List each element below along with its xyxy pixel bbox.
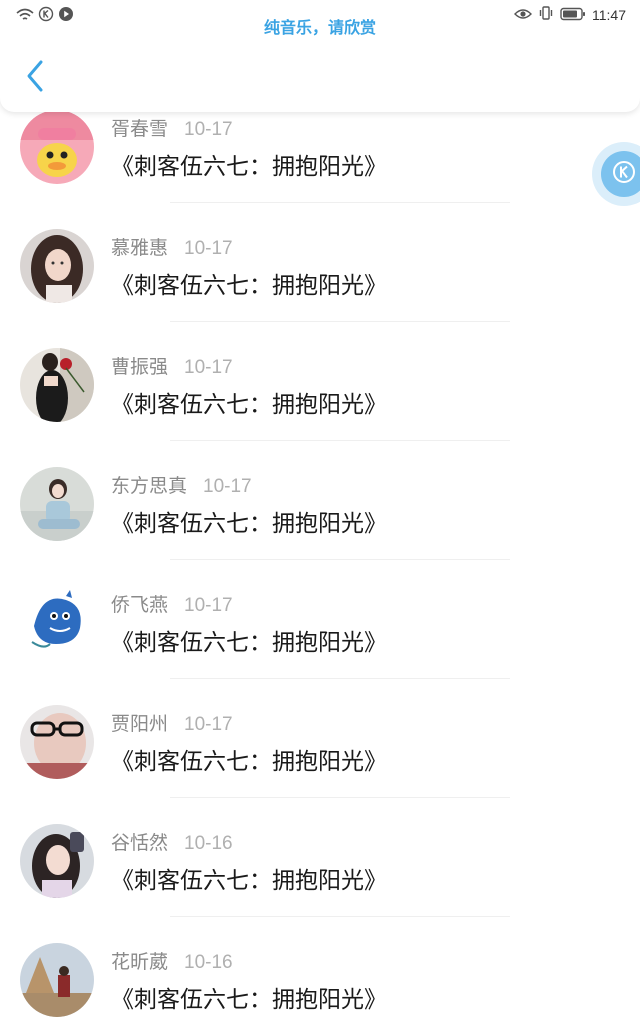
list-item[interactable]: 贾阳州 10-17 《刺客伍六七：拥抱阳光》 [0, 697, 640, 816]
k-app-icon [611, 159, 637, 189]
list-item[interactable]: 曹振强 10-17 《刺客伍六七：拥抱阳光》 [0, 340, 640, 459]
divider [170, 321, 510, 322]
avatar[interactable] [20, 467, 94, 541]
comment-title: 《刺客伍六七：拥抱阳光》 [111, 511, 387, 537]
commenter-name-text: 贾阳州 [111, 713, 169, 735]
comment-title: 《刺客伍六七：拥抱阳光》 [111, 392, 387, 418]
page: 11:47 纯音乐，请欣赏 胥春雪 10-17 《刺客伍六七：拥抱阳光》 慕雅惠… [0, 0, 640, 1024]
avatar[interactable] [20, 705, 94, 779]
divider [170, 440, 510, 441]
comment-date: 10-17 [203, 476, 252, 497]
commenter-name-text: 花昕葳 [111, 951, 169, 973]
float-inner [601, 151, 640, 197]
commenter-name: 慕雅惠 10-17 [111, 233, 233, 260]
list-item[interactable]: 侨飞燕 10-17 《刺客伍六七：拥抱阳光》 [0, 578, 640, 697]
divider [170, 797, 510, 798]
avatar[interactable] [20, 348, 94, 422]
comment-date: 10-17 [184, 238, 233, 259]
top-bar: 11:47 纯音乐，请欣赏 [0, 0, 640, 112]
avatar[interactable] [20, 824, 94, 898]
comment-title: 《刺客伍六七：拥抱阳光》 [111, 868, 387, 894]
comment-date: 10-17 [184, 119, 233, 140]
commenter-name-text: 曹振强 [111, 356, 169, 378]
commenter-name: 谷恬然 10-16 [111, 828, 233, 855]
commenter-name-text: 侨飞燕 [111, 594, 169, 616]
avatar[interactable] [20, 229, 94, 303]
divider [170, 202, 510, 203]
commenter-name-text: 慕雅惠 [111, 237, 169, 259]
commenter-name-text: 胥春雪 [111, 118, 169, 140]
list-item[interactable]: 东方思真 10-17 《刺客伍六七：拥抱阳光》 [0, 459, 640, 578]
comment-date: 10-16 [184, 952, 233, 973]
commenter-name: 贾阳州 10-17 [111, 709, 233, 736]
avatar[interactable] [20, 110, 94, 184]
chevron-left-icon [24, 59, 46, 97]
commenter-name: 东方思真 10-17 [111, 471, 252, 498]
comment-date: 10-17 [184, 595, 233, 616]
divider [170, 678, 510, 679]
commenter-name-text: 东方思真 [111, 475, 188, 497]
comment-title: 《刺客伍六七：拥抱阳光》 [111, 154, 387, 180]
avatar[interactable] [20, 586, 94, 660]
comment-date: 10-17 [184, 357, 233, 378]
comment-date: 10-16 [184, 833, 233, 854]
list-item[interactable]: 胥春雪 10-17 《刺客伍六七：拥抱阳光》 [0, 102, 640, 221]
comment-list: 胥春雪10-17 《刺客伍六七：拥抱阳光》 慕雅惠10-17 《刺客伍六七： [0, 102, 640, 1024]
list-item[interactable]: 花昕葳 10-16 《刺客伍六七：拥抱阳光》 [0, 935, 640, 1024]
commenter-name: 花昕葳 10-16 [111, 947, 233, 974]
commenter-name-text: 谷恬然 [111, 832, 169, 854]
list-item[interactable]: 谷恬然 10-16 《刺客伍六七：拥抱阳光》 [0, 816, 640, 935]
back-button[interactable] [18, 56, 52, 100]
list-item[interactable]: 慕雅惠 10-17 《刺客伍六七：拥抱阳光》 [0, 221, 640, 340]
avatar[interactable] [20, 943, 94, 1017]
commenter-name: 侨飞燕 10-17 [111, 590, 233, 617]
comment-title: 《刺客伍六七：拥抱阳光》 [111, 630, 387, 656]
comment-title: 《刺客伍六七：拥抱阳光》 [111, 273, 387, 299]
comment-title: 《刺客伍六七：拥抱阳光》 [111, 749, 387, 775]
commenter-name: 胥春雪 10-17 [111, 114, 233, 141]
divider [170, 559, 510, 560]
comment-title: 《刺客伍六七：拥抱阳光》 [111, 987, 387, 1013]
divider [170, 916, 510, 917]
page-title: 纯音乐，请欣赏 [263, 18, 376, 37]
commenter-name: 曹振强 10-17 [111, 352, 233, 379]
comment-date: 10-17 [184, 714, 233, 735]
